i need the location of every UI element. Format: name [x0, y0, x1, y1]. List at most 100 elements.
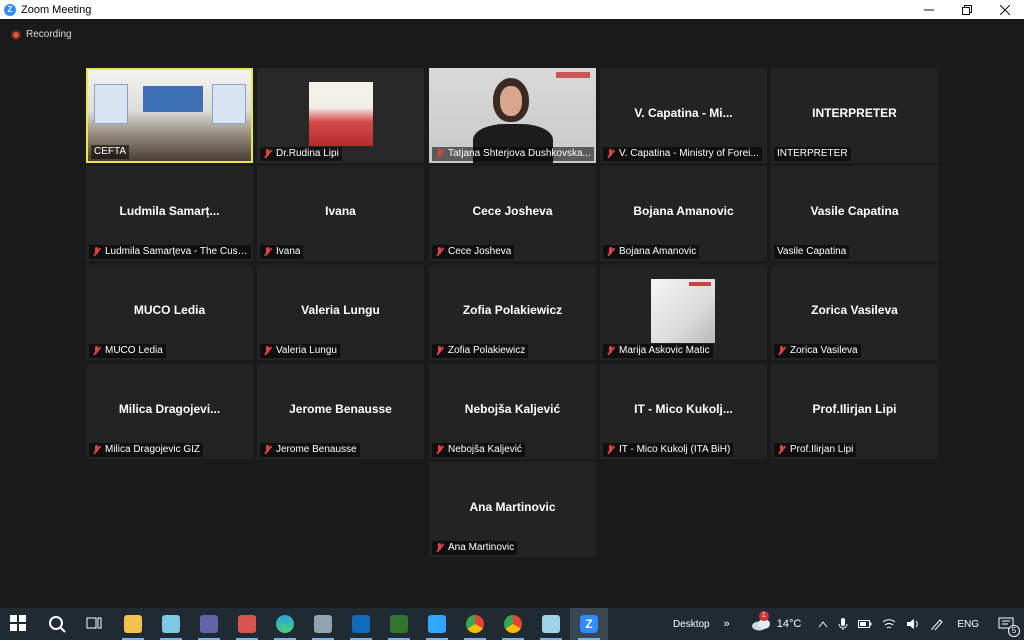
muted-microphone-icon: [263, 247, 272, 257]
file-explorer-taskbar-button[interactable]: [114, 608, 152, 640]
pen-icon: [931, 619, 944, 630]
participant-tile[interactable]: CEFTA: [86, 68, 253, 163]
desktop-toolbar[interactable]: Desktop »: [673, 618, 730, 630]
maximize-button[interactable]: [948, 0, 986, 19]
calculator-taskbar-button[interactable]: [304, 608, 342, 640]
participant-avatar: [651, 279, 715, 343]
paint-icon: [162, 615, 180, 633]
participant-tile[interactable]: Ana Martinovic Ana Martinovic: [429, 462, 596, 557]
participant-tile[interactable]: Milica Dragojevi... Milica Dragojevic GIZ: [86, 364, 253, 459]
participant-name-label: IT - Mico Kukolj (ITA BiH): [603, 443, 734, 457]
video-stage: [143, 86, 203, 112]
participant-tile[interactable]: Ludmila Samarț... Ludmila Samarțeva - The…: [86, 166, 253, 261]
participant-name-text: Ana Martinovic: [448, 542, 515, 553]
avatar-logo: [689, 282, 711, 286]
chrome-profile-taskbar-button[interactable]: [494, 608, 532, 640]
participant-tile[interactable]: INTERPRETER INTERPRETER: [771, 68, 938, 163]
participant-name-label: Zofia Polakiewicz: [432, 344, 529, 358]
participant-tile[interactable]: Nebojša Kaljević Nebojša Kaljević: [429, 364, 596, 459]
participant-tile[interactable]: Cece Josheva Cece Josheva: [429, 166, 596, 261]
participant-name-text: IT - Mico Kukolj (ITA BiH): [619, 444, 731, 455]
participant-name-label: Nebojša Kaljević: [432, 443, 525, 457]
participant-display-name: Milica Dragojevi...: [118, 402, 221, 416]
participant-tile[interactable]: Marija Askovic Matic: [600, 265, 767, 360]
pen-tray-button[interactable]: [930, 618, 944, 630]
weather-widget[interactable]: 1 14°C: [751, 611, 802, 631]
volume-tray-button[interactable]: [906, 618, 920, 630]
participant-name-label: Prof.Ilirjan Lipi: [774, 443, 857, 457]
participant-tile[interactable]: Jerome Benausse Jerome Benausse: [257, 364, 424, 459]
notifications-button[interactable]: 5: [998, 617, 1020, 637]
zoom-icon: Z: [580, 615, 598, 633]
participant-name-text: Vasile Capatina: [777, 246, 847, 257]
muted-microphone-icon: [435, 247, 444, 257]
participant-name-label: Cece Josheva: [432, 245, 515, 259]
close-button[interactable]: [986, 0, 1024, 19]
participant-name-text: Cece Josheva: [448, 246, 512, 257]
participant-tile[interactable]: IT - Mico Kukolj... IT - Mico Kukolj (ITA…: [600, 364, 767, 459]
participant-name-text: Jerome Benausse: [276, 444, 357, 455]
temperature: 14°C: [776, 618, 802, 630]
muted-microphone-icon: [435, 346, 444, 356]
participant-display-name: Ivana: [325, 204, 356, 218]
app-red-taskbar-button[interactable]: [228, 608, 266, 640]
desktop-label: Desktop: [672, 618, 710, 630]
participant-name-text: Valeria Lungu: [276, 345, 337, 356]
muted-microphone-icon: [92, 445, 101, 455]
notepad-taskbar-button[interactable]: [532, 608, 570, 640]
app-red-icon: [238, 615, 256, 633]
participant-tile[interactable]: Valeria Lungu Valeria Lungu: [257, 265, 424, 360]
outlook-taskbar-button[interactable]: [342, 608, 380, 640]
recording-indicator[interactable]: Recording: [11, 29, 72, 40]
muted-microphone-icon: [435, 445, 444, 455]
muted-microphone-icon: [263, 445, 272, 455]
battery-tray-button[interactable]: [858, 619, 872, 629]
paint-taskbar-button[interactable]: [152, 608, 190, 640]
participant-tile[interactable]: Bojana Amanovic Bojana Amanovic: [600, 166, 767, 261]
teams-taskbar-button[interactable]: [190, 608, 228, 640]
video-screen-left: [94, 84, 128, 124]
taskbar-apps: Z: [0, 608, 608, 640]
participant-tile[interactable]: MUCO Ledia MUCO Ledia: [86, 265, 253, 360]
calculator-icon: [314, 615, 332, 633]
microphone-tray-button[interactable]: [838, 617, 848, 631]
participant-tile[interactable]: Prof.Ilirjan Lipi Prof.Ilirjan Lipi: [771, 364, 938, 459]
muted-microphone-icon: [92, 247, 101, 257]
file-explorer-icon: [124, 615, 142, 633]
participant-tile[interactable]: Tatjana Shterjova Dushkovska...: [429, 68, 596, 163]
chrome-icon: [466, 615, 484, 633]
search-taskbar-button[interactable]: [38, 608, 76, 640]
photoshop-taskbar-button[interactable]: [418, 608, 456, 640]
chrome-taskbar-button[interactable]: [456, 608, 494, 640]
participant-tile[interactable]: Dr.Rudina Lipi: [257, 68, 424, 163]
task-view-taskbar-button[interactable]: [76, 608, 114, 640]
toolbar-chevron-icon: »: [723, 618, 730, 630]
task-view-icon: [86, 615, 104, 633]
participant-tile[interactable]: Ivana Ivana: [257, 166, 424, 261]
participant-name-text: Nebojša Kaljević: [448, 444, 522, 455]
participant-name-text: Ludmila Samarțeva - The Cust...: [105, 246, 248, 257]
zoom-taskbar-button[interactable]: Z: [570, 608, 608, 640]
network-tray-button[interactable]: [882, 618, 896, 630]
muted-microphone-icon: [606, 247, 615, 257]
participant-name-label: Zorica Vasileva: [774, 344, 861, 358]
participant-name-text: INTERPRETER: [777, 148, 848, 159]
participant-tile[interactable]: V. Capatina - Mi... V. Capatina - Ministr…: [600, 68, 767, 163]
project-taskbar-button[interactable]: [380, 608, 418, 640]
minimize-button[interactable]: [910, 0, 948, 19]
participant-name-text: Bojana Amanovic: [619, 246, 697, 257]
participant-display-name: IT - Mico Kukolj...: [634, 402, 733, 416]
teams-icon: [200, 615, 218, 633]
participant-tile[interactable]: Vasile Capatina Vasile Capatina: [771, 166, 938, 261]
project-icon: [390, 615, 408, 633]
close-icon: [1000, 4, 1010, 15]
participant-tile[interactable]: Zofia Polakiewicz Zofia Polakiewicz: [429, 265, 596, 360]
language-indicator[interactable]: ENG: [957, 619, 979, 630]
participant-display-name: Prof.Ilirjan Lipi: [812, 402, 897, 416]
windows-start-taskbar-button[interactable]: [0, 608, 38, 640]
participant-display-name: Jerome Benausse: [289, 402, 392, 416]
edge-taskbar-button[interactable]: [266, 608, 304, 640]
participant-tile[interactable]: Zorica Vasileva Zorica Vasileva: [771, 265, 938, 360]
participant-name-text: Dr.Rudina Lipi: [276, 148, 339, 159]
show-hidden-icons-button[interactable]: [818, 620, 828, 628]
